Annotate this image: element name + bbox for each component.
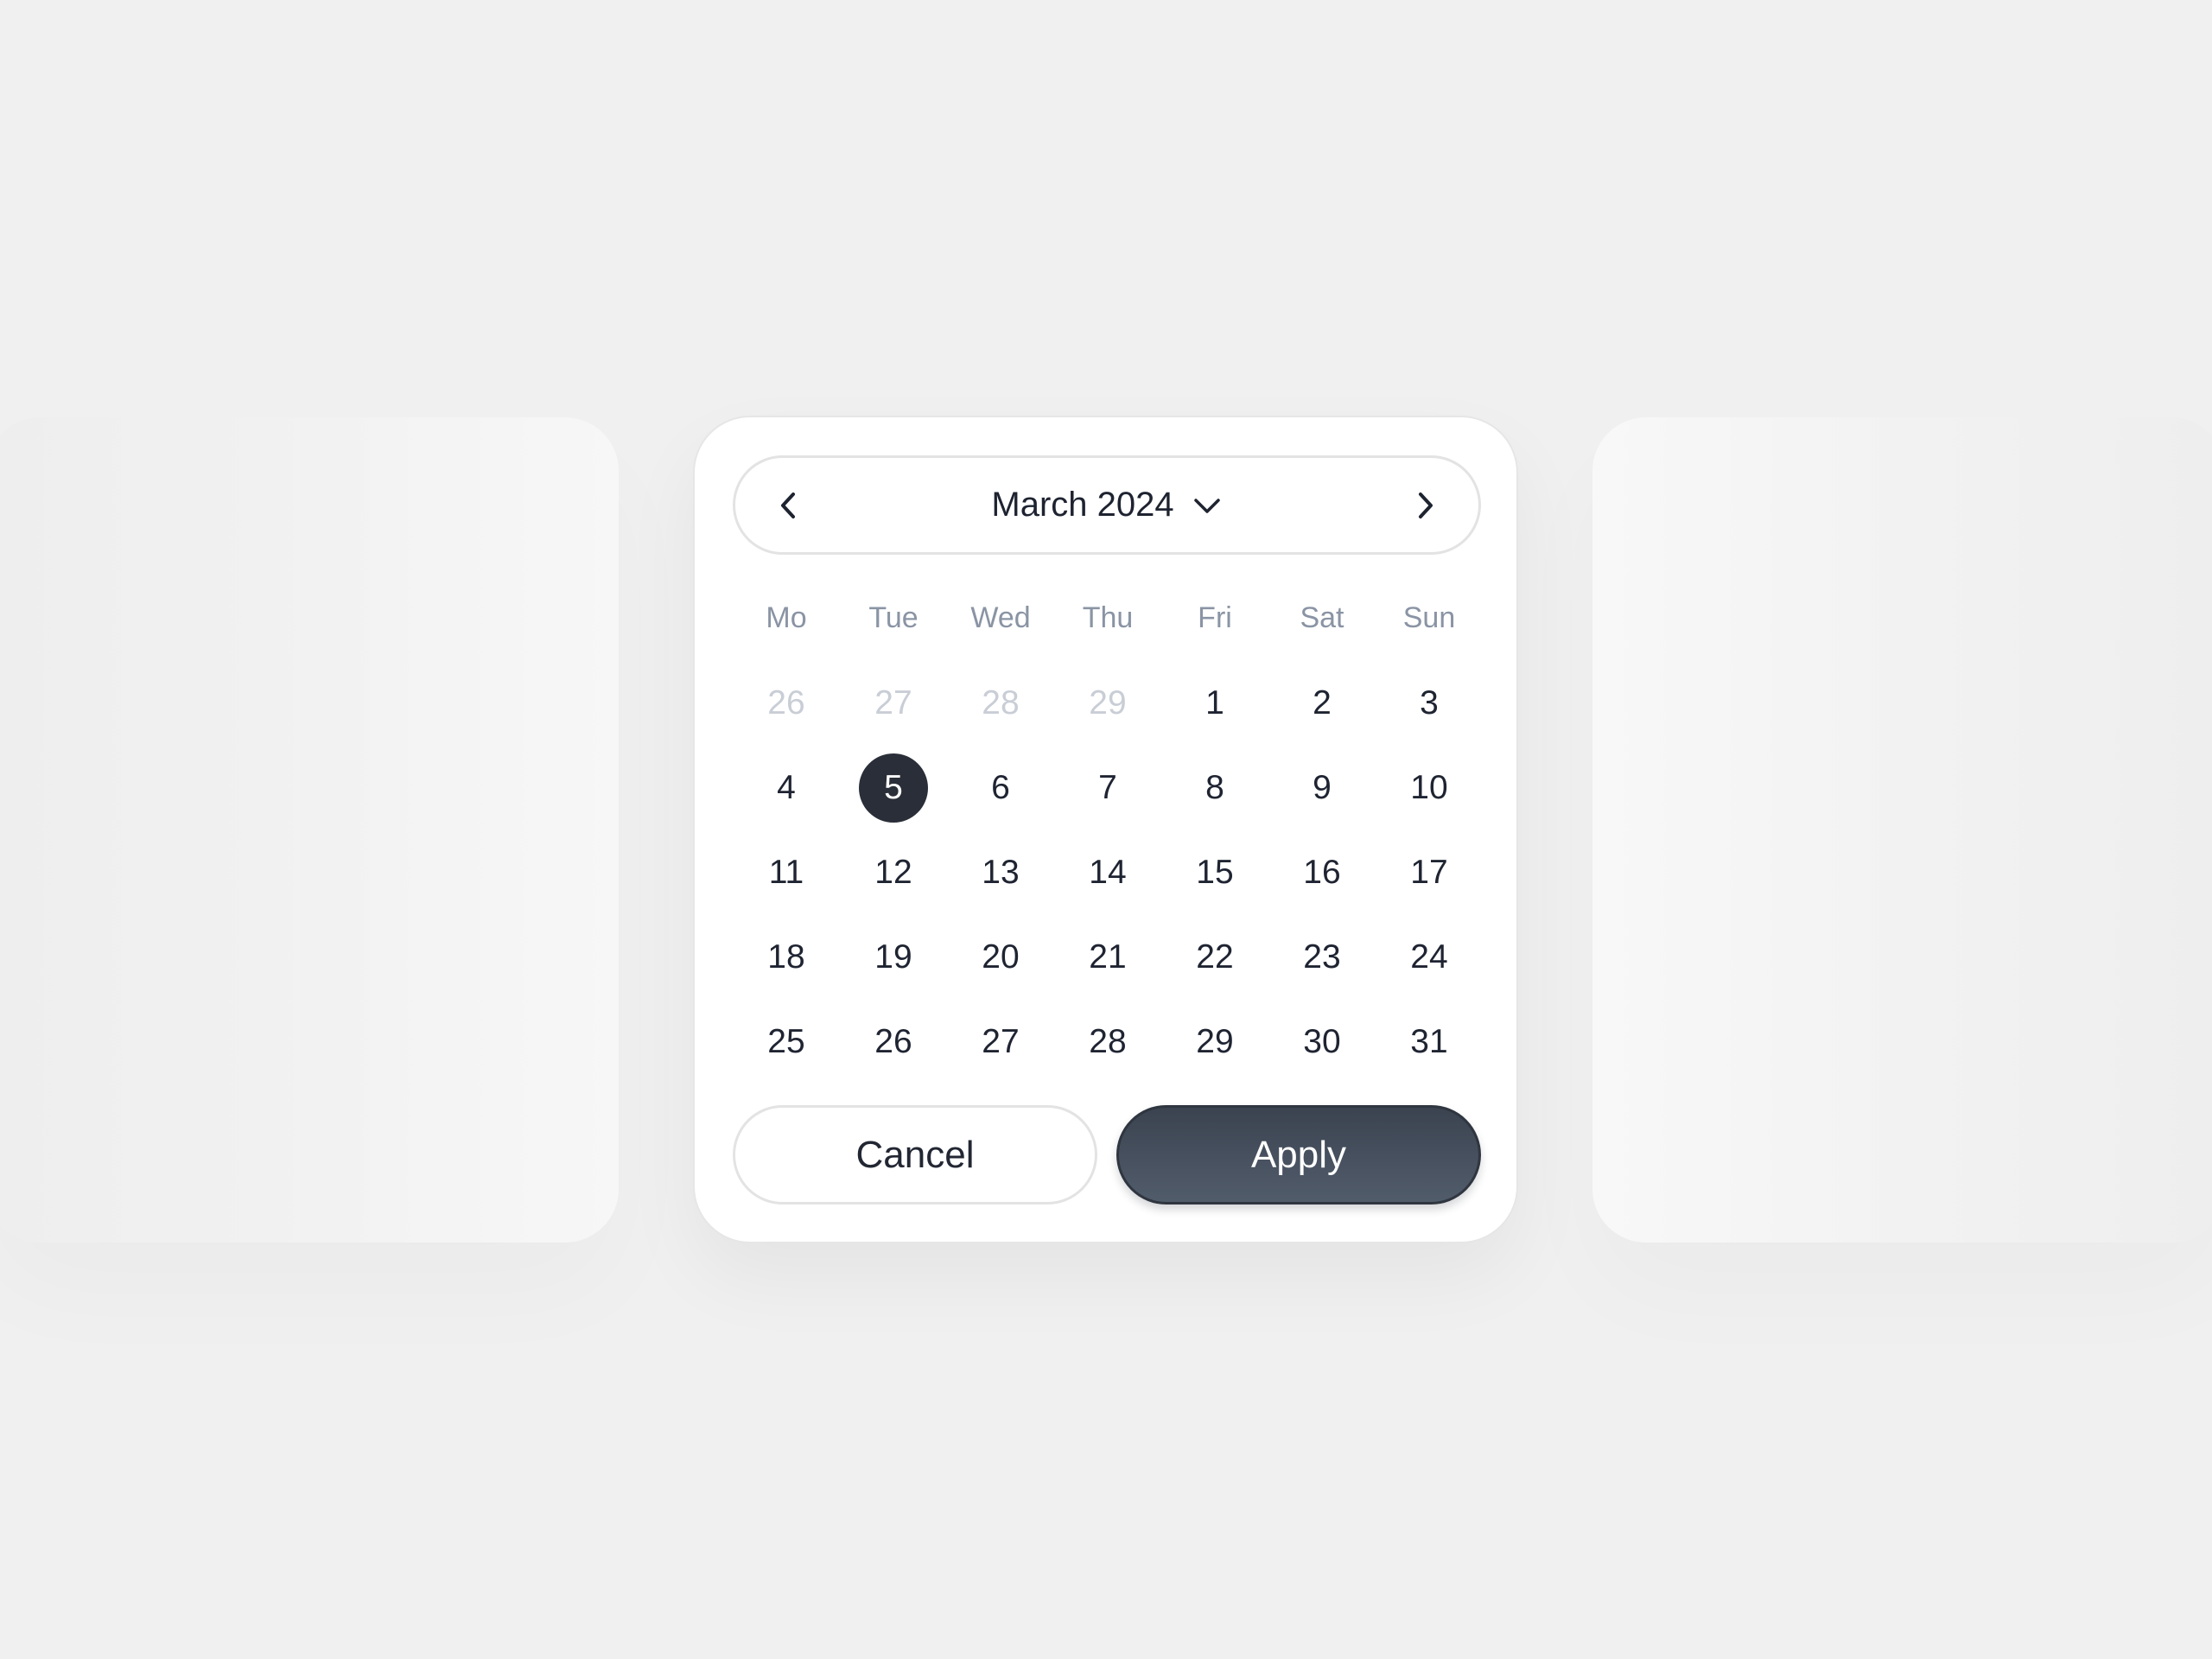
selected-day-cell[interactable]: 5 [859,753,928,823]
day-cell[interactable]: 22 [1176,918,1254,996]
day-cell[interactable]: 6 [962,749,1039,827]
day-cell[interactable]: 16 [1283,834,1361,912]
chevron-left-icon [781,492,795,518]
weekday-label: Fri [1198,601,1232,634]
day-cell[interactable]: 26 [855,1003,932,1081]
cancel-button[interactable]: Cancel [733,1105,1097,1205]
day-cell[interactable]: 1 [1176,664,1254,742]
outside-month-day-cell[interactable]: 27 [855,664,932,742]
day-cell[interactable]: 24 [1390,918,1468,996]
day-cell[interactable]: 14 [1069,834,1147,912]
chevron-right-icon [1419,492,1433,518]
weekday-label: Thu [1082,601,1134,634]
day-cell[interactable]: 29 [1176,1003,1254,1081]
day-cell[interactable]: 18 [747,918,825,996]
weekday-label: Wed [970,601,1031,634]
page-background: March 2024 Mo Tue Wed Thu Fri Sat Sun 26 27 28 29… [0,0,2212,1659]
day-cell[interactable]: 15 [1176,834,1254,912]
day-cell[interactable]: 23 [1283,918,1361,996]
next-month-button[interactable] [1382,458,1468,552]
day-cell[interactable]: 2 [1283,664,1361,742]
day-cell[interactable]: 20 [962,918,1039,996]
weekday-label: Tue [868,601,918,634]
chevron-down-icon [1192,490,1223,521]
weekday-label: Sat [1300,601,1344,634]
month-year-label: March 2024 [991,486,1174,524]
day-cell[interactable]: 8 [1176,749,1254,827]
day-cell[interactable]: 3 [1390,664,1468,742]
day-cell[interactable]: 4 [747,749,825,827]
month-navigation-bar: March 2024 [733,455,1481,555]
day-cell[interactable]: 21 [1069,918,1147,996]
outside-month-day-cell[interactable]: 28 [962,664,1039,742]
weekday-label: Sun [1402,601,1456,634]
previous-month-button[interactable] [746,458,832,552]
background-card-right [1592,417,2212,1243]
month-year-dropdown[interactable]: March 2024 [964,458,1249,552]
day-cell[interactable]: 27 [962,1003,1039,1081]
day-cell[interactable]: 7 [1069,749,1147,827]
day-cell[interactable]: 12 [855,834,932,912]
date-picker-card: March 2024 Mo Tue Wed Thu Fri Sat Sun 26 27 28 29… [693,416,1518,1243]
weekday-label: Mo [766,601,807,634]
day-cell[interactable]: 25 [747,1003,825,1081]
day-cell[interactable]: 19 [855,918,932,996]
day-cell[interactable]: 9 [1283,749,1361,827]
outside-month-day-cell[interactable]: 29 [1069,664,1147,742]
day-cell[interactable]: 10 [1390,749,1468,827]
day-cell[interactable]: 17 [1390,834,1468,912]
outside-month-day-cell[interactable]: 26 [747,664,825,742]
day-cell[interactable]: 11 [747,834,825,912]
day-cell[interactable]: 31 [1390,1003,1468,1081]
apply-button[interactable]: Apply [1116,1105,1481,1205]
day-cell[interactable]: 30 [1283,1003,1361,1081]
day-cell[interactable]: 13 [962,834,1039,912]
day-cell[interactable]: 28 [1069,1003,1147,1081]
background-card-left [0,417,619,1243]
